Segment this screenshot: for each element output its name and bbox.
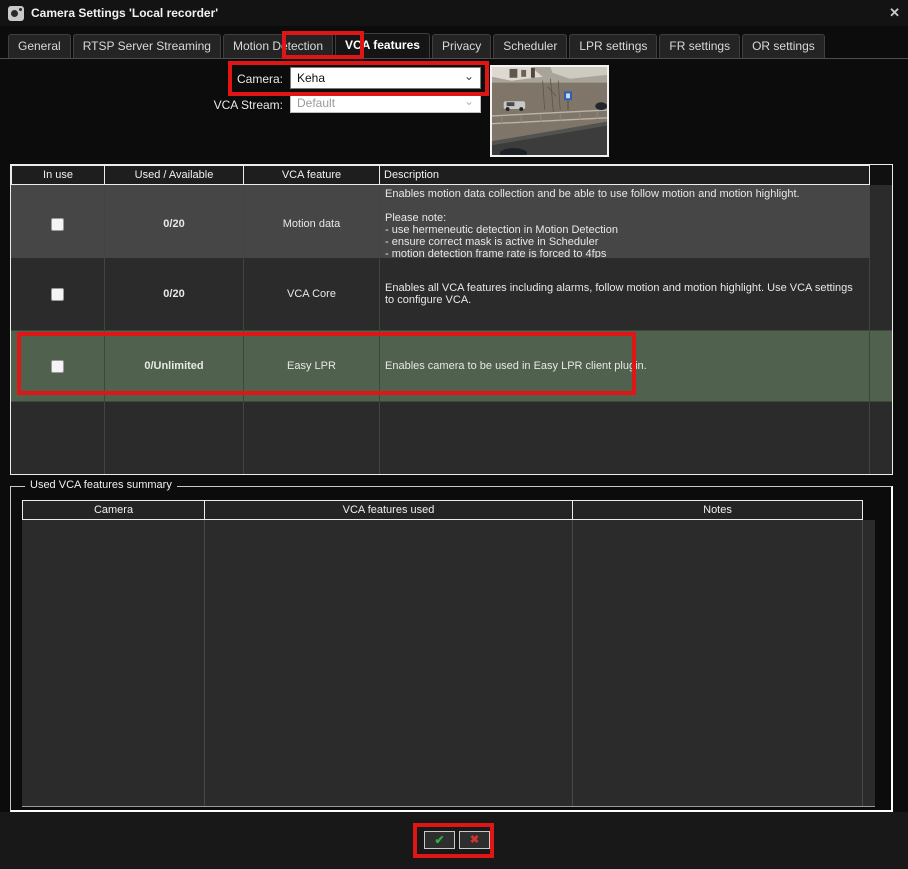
tab-fr-settings[interactable]: FR settings — [659, 34, 740, 58]
cross-icon: ✖ — [470, 835, 479, 846]
ok-button[interactable]: ✔ — [424, 831, 455, 849]
feature-description: Enables all VCA features including alarm… — [380, 258, 870, 330]
feature-description: Enables camera to be used in Easy LPR cl… — [380, 331, 870, 401]
camera-select[interactable]: Keha ⌄ — [290, 67, 481, 89]
vca-features-table-header: In use Used / Available VCA feature Desc… — [11, 165, 892, 185]
checkmark-icon: ✔ — [434, 834, 444, 846]
window-title: Camera Settings 'Local recorder' — [31, 6, 218, 20]
row-scrollbar-strip — [870, 185, 892, 263]
tab-vca-features[interactable]: VCA features — [335, 33, 430, 58]
header-scrollbar-strip — [863, 500, 875, 520]
vca-stream-label: VCA Stream: — [198, 98, 283, 112]
row-scrollbar-strip — [870, 258, 892, 330]
table-row-empty — [11, 402, 892, 474]
in-use-checkbox-easy-lpr[interactable] — [51, 360, 64, 373]
tab-general[interactable]: General — [8, 34, 71, 58]
table-row-easy-lpr[interactable]: 0/Unlimited Easy LPR Enables camera to b… — [11, 331, 892, 402]
title-bar: Camera Settings 'Local recorder' ✕ — [0, 0, 908, 26]
column-header-vca-feature: VCA feature — [244, 165, 380, 185]
dialog-footer: ✔ ✖ — [0, 812, 908, 869]
vca-stream-select-value: Default — [297, 96, 335, 110]
dialog-button-row: ✔ ✖ — [424, 831, 490, 849]
summary-table-header: Camera VCA features used Notes — [22, 500, 875, 520]
used-available-value: 0/Unlimited — [105, 331, 244, 401]
tab-lpr-settings[interactable]: LPR settings — [569, 34, 657, 58]
column-header-description: Description — [380, 165, 870, 185]
summary-table-body-empty — [22, 520, 875, 806]
tab-scheduler[interactable]: Scheduler — [493, 34, 567, 58]
used-available-value: 0/20 — [105, 185, 244, 263]
camera-label: Camera: — [198, 72, 283, 86]
tab-privacy[interactable]: Privacy — [432, 34, 491, 58]
camera-app-icon — [8, 6, 24, 21]
vca-stream-select[interactable]: Default ⌄ — [290, 93, 481, 113]
camera-preview-image — [490, 65, 609, 157]
vca-feature-name: Easy LPR — [244, 331, 380, 401]
column-header-vca-features-used: VCA features used — [205, 500, 573, 520]
summary-table: Camera VCA features used Notes — [22, 500, 875, 807]
camera-settings-window: Camera Settings 'Local recorder' ✕ Gener… — [0, 0, 908, 869]
table-row-vca-core[interactable]: 0/20 VCA Core Enables all VCA features i… — [11, 258, 892, 331]
tab-rtsp-server-streaming[interactable]: RTSP Server Streaming — [73, 34, 221, 58]
table-row-motion-data[interactable]: 0/20 Motion data Enables motion data col… — [11, 185, 892, 258]
used-vca-features-summary-group: Used VCA features summary Camera VCA fea… — [10, 486, 893, 812]
summary-group-title: Used VCA features summary — [25, 479, 177, 491]
column-header-camera: Camera — [22, 500, 205, 520]
vca-features-table: In use Used / Available VCA feature Desc… — [10, 164, 893, 475]
tab-bar: General RTSP Server Streaming Motion Det… — [0, 34, 908, 59]
column-header-notes: Notes — [573, 500, 863, 520]
vca-feature-name: Motion data — [244, 185, 380, 263]
camera-select-value: Keha — [297, 71, 325, 85]
column-header-in-use: In use — [11, 165, 105, 185]
tab-motion-detection[interactable]: Motion Detection — [223, 34, 333, 58]
in-use-checkbox-motion-data[interactable] — [51, 218, 64, 231]
close-icon[interactable]: ✕ — [889, 5, 900, 21]
column-header-used-available: Used / Available — [105, 165, 244, 185]
in-use-checkbox-vca-core[interactable] — [51, 288, 64, 301]
camera-preview-scene — [492, 67, 607, 155]
cancel-button[interactable]: ✖ — [459, 831, 490, 849]
row-scrollbar-strip — [870, 331, 892, 401]
vca-feature-name: VCA Core — [244, 258, 380, 330]
feature-description: Enables motion data collection and be ab… — [380, 185, 870, 263]
header-scrollbar-strip — [870, 165, 892, 185]
tab-or-settings[interactable]: OR settings — [742, 34, 825, 58]
used-available-value: 0/20 — [105, 258, 244, 330]
